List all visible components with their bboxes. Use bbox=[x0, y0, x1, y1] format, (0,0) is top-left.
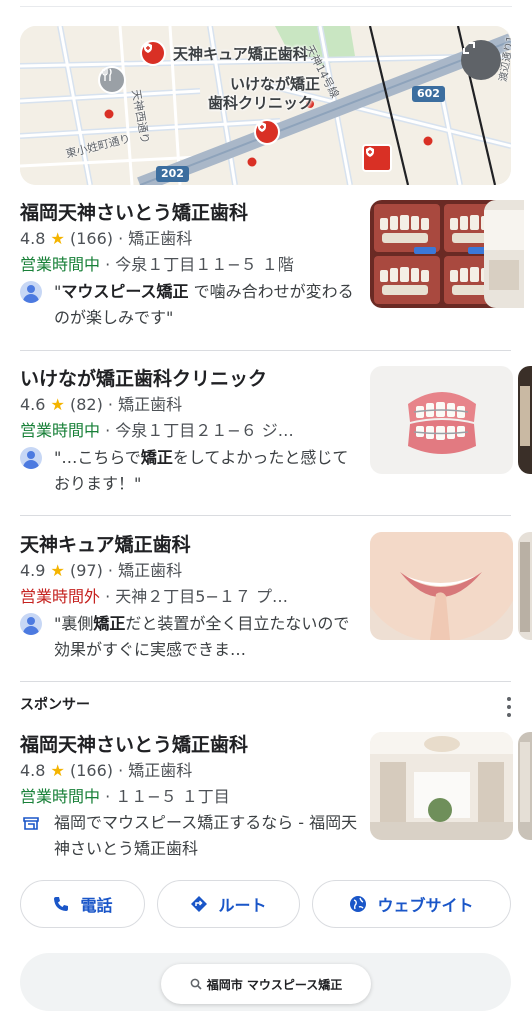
separator: · bbox=[118, 761, 124, 780]
map-label-cure: 天神キュア矯正歯科 bbox=[173, 45, 308, 63]
map-preview[interactable]: 天神キュア矯正歯科 いけなが矯正 歯科クリニック 天神14号線 天神西通り 東小… bbox=[20, 26, 511, 185]
user-avatar-icon bbox=[20, 281, 42, 303]
open-status: 営業時間中 bbox=[20, 787, 101, 806]
route-button[interactable]: ルート bbox=[157, 880, 300, 928]
listing-rating-row: 4.8 ★ (166) · 矯正歯科 bbox=[20, 226, 360, 252]
review-count: (97) bbox=[69, 561, 103, 580]
ikenaga-dental-pin-icon[interactable] bbox=[254, 119, 280, 145]
review-count: (166) bbox=[69, 761, 114, 780]
review-count: (166) bbox=[69, 229, 114, 248]
category: 矯正歯科 bbox=[128, 761, 193, 780]
cure-dental-pin-icon[interactable] bbox=[140, 40, 166, 66]
category: 矯正歯科 bbox=[128, 229, 193, 248]
review-snippet: "裏側矯正だと装置が全く目立たないので効果がすぐに実感できま… bbox=[20, 611, 360, 663]
review-snippet: "…こちらで矯正をしてよかったと感じております！" bbox=[20, 445, 360, 497]
website-label: ウェブサイト bbox=[377, 896, 474, 915]
storefront-icon bbox=[23, 817, 39, 830]
route-label: ルート bbox=[218, 896, 267, 915]
listing-rating-row: 4.9 ★ (97) · 矯正歯科 bbox=[20, 558, 360, 584]
review-snippet: "マウスピース矯正 で噛み合わせが変わるのが楽しみです" bbox=[20, 279, 360, 331]
separator: · bbox=[105, 587, 111, 606]
call-label: 電話 bbox=[80, 896, 113, 915]
separator: · bbox=[107, 395, 114, 414]
category: 矯正歯科 bbox=[118, 395, 183, 414]
expand-icon bbox=[463, 42, 475, 54]
closed-status: 営業時間外 bbox=[20, 587, 101, 606]
listing-rating-row: 4.8 ★ (166) · 矯正歯科 bbox=[20, 758, 360, 784]
review-highlight: 矯正 bbox=[93, 614, 126, 633]
listing-photo-extra[interactable] bbox=[518, 532, 532, 640]
listing-status-row: 営業時間外 · 天神２丁目5−１７ プ… bbox=[20, 584, 360, 610]
expand-map-button[interactable] bbox=[461, 40, 501, 80]
separator: · bbox=[105, 421, 111, 440]
rating-value: 4.8 bbox=[20, 761, 46, 780]
website-button[interactable]: ウェブサイト bbox=[312, 880, 511, 928]
divider bbox=[20, 515, 511, 516]
address: 天神２丁目5−１７ プ… bbox=[115, 587, 288, 606]
map-label-ikenaga-1: いけなが矯正 bbox=[230, 75, 321, 93]
bottom-search-pill[interactable]: 福岡市 マウスピース矯正 bbox=[161, 964, 371, 1004]
directions-icon bbox=[191, 896, 208, 912]
listing-status-row: 営業時間中 · 今泉１丁目１１−５ １階 bbox=[20, 252, 360, 278]
address: １１−５ １丁目 bbox=[115, 787, 230, 806]
listing-rating-row: 4.6 ★ (82) · 矯正歯科 bbox=[20, 392, 360, 418]
listing-photo-smile[interactable] bbox=[370, 532, 513, 640]
star-icon: ★ bbox=[50, 229, 65, 248]
listing-status-row: 営業時間中 · 今泉１丁目２１−６ ジ… bbox=[20, 418, 360, 444]
listing-photo-extra[interactable] bbox=[518, 366, 532, 474]
listing-photo-braces-model[interactable] bbox=[370, 366, 513, 474]
separator: · bbox=[105, 255, 111, 274]
category: 矯正歯科 bbox=[118, 561, 183, 580]
separator: · bbox=[105, 787, 111, 806]
listing-ikenaga[interactable]: いけなが矯正歯科クリニック 4.6 ★ (82) · 矯正歯科 営業時間中 · … bbox=[20, 366, 532, 497]
sponsored-photo-extra[interactable] bbox=[518, 732, 532, 840]
sponsored-label: スポンサー bbox=[20, 697, 90, 713]
listing-photo-clinic-interior[interactable] bbox=[484, 200, 524, 308]
sponsored-photo-interior[interactable] bbox=[370, 732, 513, 840]
ad-headline[interactable]: 福岡でマウスピース矯正するなら - 福岡天神さいとう矯正歯科 bbox=[20, 810, 360, 862]
star-icon: ★ bbox=[50, 561, 65, 580]
phone-icon bbox=[54, 897, 69, 911]
search-icon bbox=[190, 978, 202, 990]
user-avatar-icon bbox=[20, 447, 42, 469]
review-count: (82) bbox=[69, 395, 103, 414]
listing-cure[interactable]: 天神キュア矯正歯科 4.9 ★ (97) · 矯正歯科 営業時間外 · 天神２丁… bbox=[20, 532, 532, 663]
address: 今泉１丁目２１−６ ジ… bbox=[115, 421, 294, 440]
top-divider bbox=[20, 6, 512, 7]
call-button[interactable]: 電話 bbox=[20, 880, 145, 928]
separator: · bbox=[118, 229, 124, 248]
sponsored-listing[interactable]: 福岡天神さいとう矯正歯科 4.8 ★ (166) · 矯正歯科 営業時間中 · … bbox=[20, 732, 532, 862]
open-status: 営業時間中 bbox=[20, 255, 101, 274]
rating-value: 4.8 bbox=[20, 229, 46, 248]
star-icon: ★ bbox=[50, 395, 65, 414]
user-avatar-icon bbox=[20, 613, 42, 635]
review-highlight: 矯正 bbox=[140, 448, 173, 467]
review-highlight: マウスピース矯正 bbox=[61, 282, 189, 301]
divider bbox=[20, 350, 511, 351]
open-status: 営業時間中 bbox=[20, 421, 101, 440]
search-query: 福岡市 マウスピース矯正 bbox=[206, 977, 343, 992]
map-label-ikenaga-2: 歯科クリニック bbox=[208, 94, 314, 112]
restaurant-pin-icon[interactable] bbox=[98, 66, 126, 94]
route-202-shield: 202 bbox=[156, 166, 189, 182]
rating-value: 4.9 bbox=[20, 561, 46, 580]
more-options-icon[interactable] bbox=[503, 697, 515, 717]
listing-status-row: 営業時間中 · １１−５ １丁目 bbox=[20, 784, 360, 810]
divider bbox=[20, 681, 511, 682]
address: 今泉１丁目１１−５ １階 bbox=[115, 255, 294, 274]
separator: · bbox=[107, 561, 114, 580]
rating-value: 4.6 bbox=[20, 395, 46, 414]
route-602-shield: 602 bbox=[412, 86, 445, 102]
listing-saito[interactable]: 福岡天神さいとう矯正歯科 4.8 ★ (166) · 矯正歯科 営業時間中 · … bbox=[20, 200, 532, 331]
globe-icon bbox=[350, 896, 367, 912]
star-icon: ★ bbox=[50, 761, 65, 780]
saito-dental-pin-icon[interactable] bbox=[362, 144, 392, 172]
ad-text: 福岡でマウスピース矯正するなら - 福岡天神さいとう矯正歯科 bbox=[54, 813, 358, 858]
